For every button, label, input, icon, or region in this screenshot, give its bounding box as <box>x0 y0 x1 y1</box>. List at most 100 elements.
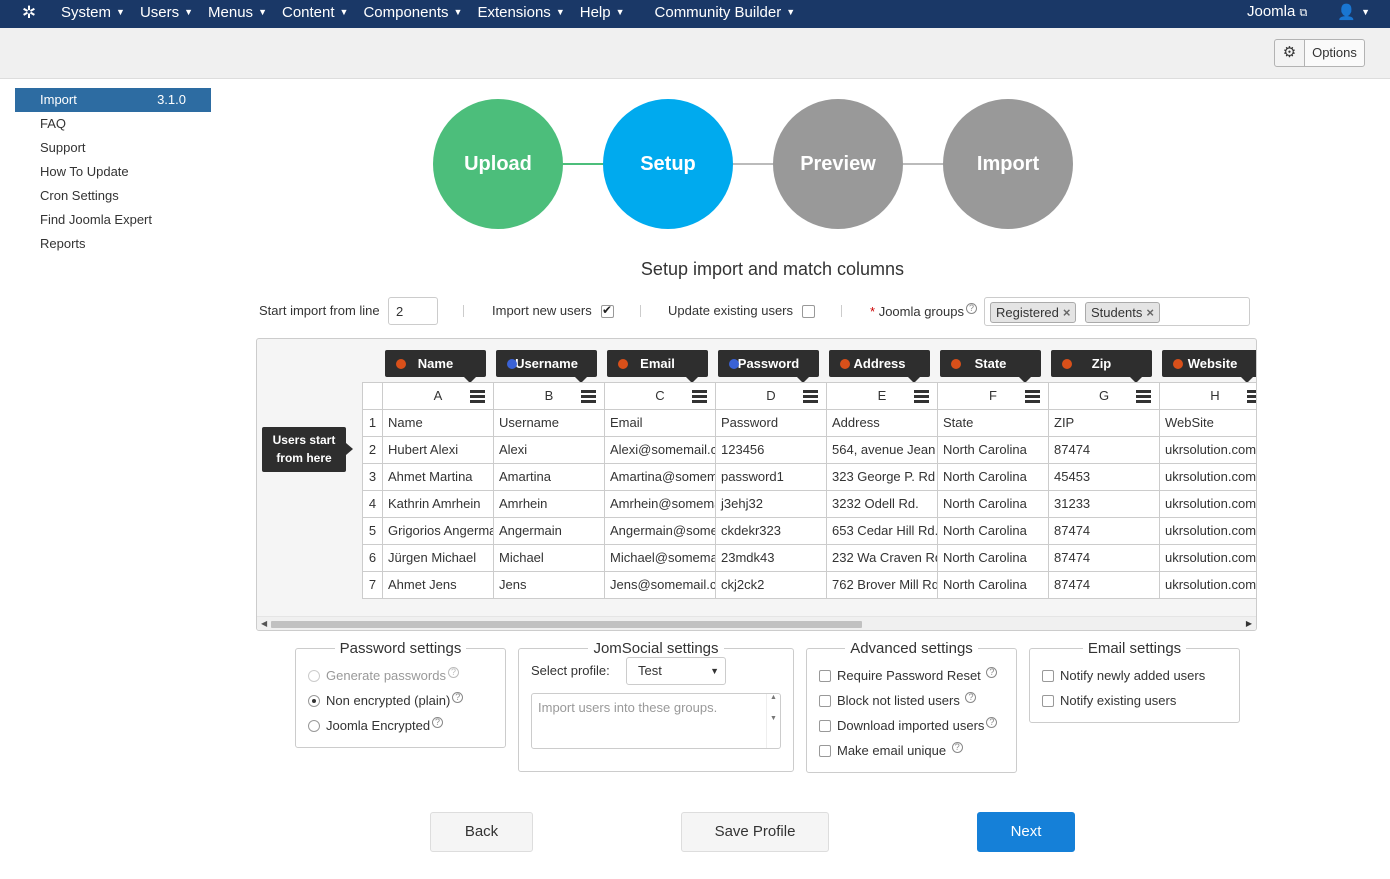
option-block-not-listed[interactable]: Block not listed users ? <box>819 688 1004 713</box>
table-cell[interactable]: Amartina@somemail.com <box>605 464 716 491</box>
mapping-address[interactable]: Address <box>829 350 930 383</box>
table-cell[interactable]: ukrsolution.com <box>1160 437 1256 464</box>
table-cell[interactable]: Amrhein@somemail.com <box>605 491 716 518</box>
site-link[interactable]: Joomla ⧉ <box>1247 0 1307 28</box>
mapping-state[interactable]: State <box>940 350 1041 383</box>
table-cell[interactable]: Amrhein <box>494 491 605 518</box>
table-cell[interactable]: Address <box>827 410 938 437</box>
step-upload[interactable]: Upload <box>433 99 563 229</box>
table-cell[interactable]: North Carolina <box>938 464 1049 491</box>
column-header[interactable]: H <box>1160 383 1256 410</box>
start-line-input[interactable] <box>388 297 438 325</box>
table-cell[interactable]: State <box>938 410 1049 437</box>
profile-select[interactable]: Test ▼ <box>626 657 726 685</box>
column-header[interactable]: D <box>716 383 827 410</box>
table-cell[interactable]: Jens@somemail.com <box>605 572 716 599</box>
table-cell[interactable]: Ahmet Jens <box>383 572 494 599</box>
radio-button[interactable] <box>308 720 320 732</box>
option-make-email-unique[interactable]: Make email unique ? <box>819 738 1004 763</box>
sidebar-item-reports[interactable]: Reports <box>15 232 211 256</box>
sidebar-item-how-to-update[interactable]: How To Update <box>15 160 211 184</box>
table-cell[interactable]: j3ehj32 <box>716 491 827 518</box>
table-cell[interactable]: WebSite <box>1160 410 1256 437</box>
table-cell[interactable]: ckdekr323 <box>716 518 827 545</box>
table-cell[interactable]: Alexi <box>494 437 605 464</box>
users-start-marker[interactable]: Users start from here <box>262 427 353 472</box>
table-cell[interactable]: 323 George P. Rd <box>827 464 938 491</box>
table-cell[interactable]: ckj2ck2 <box>716 572 827 599</box>
table-cell[interactable]: North Carolina <box>938 437 1049 464</box>
menu-content[interactable]: Content ▼ <box>282 0 348 28</box>
option-require-password-reset[interactable]: Require Password Reset ? <box>819 663 1004 688</box>
table-cell[interactable]: 87474 <box>1049 545 1160 572</box>
table-cell[interactable]: North Carolina <box>938 572 1049 599</box>
table-cell[interactable]: 45453 <box>1049 464 1160 491</box>
column-menu-icon[interactable] <box>1136 390 1151 403</box>
table-cell[interactable]: 87474 <box>1049 437 1160 464</box>
checkbox[interactable] <box>819 745 831 757</box>
menu-community-builder[interactable]: Community Builder ▼ <box>655 0 796 28</box>
table-cell[interactable]: Kathrin Amrhein <box>383 491 494 518</box>
table-cell[interactable]: Password <box>716 410 827 437</box>
options-button[interactable]: Options <box>1304 39 1365 67</box>
sidebar-item-faq[interactable]: FAQ <box>15 112 211 136</box>
help-icon[interactable]: ? <box>986 667 998 678</box>
table-cell[interactable]: 123456 <box>716 437 827 464</box>
menu-users[interactable]: Users ▼ <box>140 0 193 28</box>
option-joomla-encrypted[interactable]: Joomla Encrypted? <box>308 713 493 738</box>
joomla-groups-field[interactable]: Registered × Students × <box>984 297 1250 326</box>
mapping-email[interactable]: Email <box>607 350 708 383</box>
help-icon[interactable]: ? <box>951 742 963 753</box>
option-generate-passwords[interactable]: Generate passwords? <box>308 663 493 688</box>
mapping-zip[interactable]: Zip <box>1051 350 1152 383</box>
menu-help[interactable]: Help ▼ <box>580 0 625 28</box>
radio-button[interactable] <box>308 695 320 707</box>
gear-icon[interactable]: ⚙ <box>1274 39 1305 67</box>
scrollbar-thumb[interactable] <box>271 621 862 628</box>
horizontal-scrollbar[interactable]: ◀ ▶ <box>257 616 1256 630</box>
column-menu-icon[interactable] <box>1025 390 1040 403</box>
next-button[interactable]: Next <box>977 812 1075 852</box>
remove-tag-icon[interactable]: × <box>1146 305 1154 320</box>
table-cell[interactable]: North Carolina <box>938 491 1049 518</box>
mapping-username[interactable]: Username <box>496 350 597 383</box>
checkbox[interactable] <box>1042 695 1054 707</box>
table-cell[interactable]: Name <box>383 410 494 437</box>
table-cell[interactable]: Michael <box>494 545 605 572</box>
table-cell[interactable]: 232 Wa Craven Rd <box>827 545 938 572</box>
table-cell[interactable]: North Carolina <box>938 518 1049 545</box>
table-cell[interactable]: Alexi@somemail.com <box>605 437 716 464</box>
column-header[interactable]: F <box>938 383 1049 410</box>
menu-extensions[interactable]: Extensions ▼ <box>477 0 564 28</box>
menu-system[interactable]: System ▼ <box>61 0 125 28</box>
option-download-imported[interactable]: Download imported users? <box>819 713 1004 738</box>
sidebar-item-find-joomla-expert[interactable]: Find Joomla Expert <box>15 208 211 232</box>
joomla-logo-icon[interactable]: ✲ <box>20 4 38 22</box>
help-icon[interactable]: ? <box>986 717 998 728</box>
table-cell[interactable]: Angermain@somemail.com <box>605 518 716 545</box>
checkbox[interactable] <box>819 720 831 732</box>
table-cell[interactable]: 87474 <box>1049 518 1160 545</box>
import-new-checkbox[interactable] <box>601 303 614 318</box>
column-header[interactable]: C <box>605 383 716 410</box>
column-header[interactable]: E <box>827 383 938 410</box>
checkbox[interactable] <box>1042 670 1054 682</box>
table-cell[interactable]: 23mdk43 <box>716 545 827 572</box>
table-cell[interactable]: password1 <box>716 464 827 491</box>
save-profile-button[interactable]: Save Profile <box>681 812 829 852</box>
sidebar-item-import[interactable]: Import 3.1.0 <box>15 88 211 112</box>
checkbox[interactable] <box>819 695 831 707</box>
table-cell[interactable]: ukrsolution.com <box>1160 545 1256 572</box>
table-cell[interactable]: North Carolina <box>938 545 1049 572</box>
help-icon[interactable]: ? <box>452 692 464 703</box>
table-cell[interactable]: Angermain <box>494 518 605 545</box>
table-cell[interactable]: Grigorios Angermann <box>383 518 494 545</box>
back-button[interactable]: Back <box>430 812 533 852</box>
update-existing-checkbox[interactable] <box>802 305 815 318</box>
table-cell[interactable]: ukrsolution.com <box>1160 464 1256 491</box>
table-cell[interactable]: 31233 <box>1049 491 1160 518</box>
table-cell[interactable]: ukrsolution.com <box>1160 518 1256 545</box>
option-non-encrypted[interactable]: Non encrypted (plain)? <box>308 688 493 713</box>
remove-tag-icon[interactable]: × <box>1063 305 1071 320</box>
column-menu-icon[interactable] <box>470 390 485 403</box>
